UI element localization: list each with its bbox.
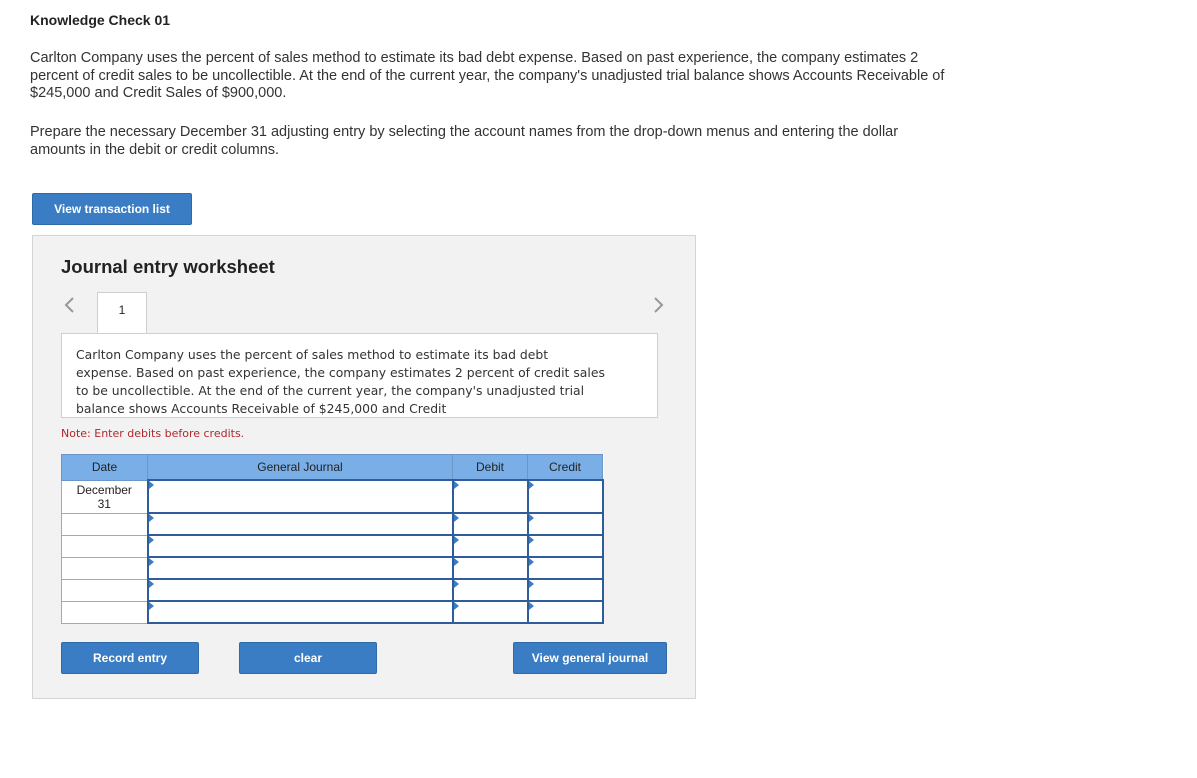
debit-input[interactable]	[451, 479, 529, 514]
page-title: Knowledge Check 01	[30, 12, 171, 28]
table-row	[61, 578, 604, 602]
account-dropdown[interactable]	[146, 556, 454, 580]
instructions-text: Prepare the necessary December 31 adjust…	[30, 124, 899, 158]
table-row: December 31	[61, 479, 604, 514]
account-dropdown[interactable]	[146, 578, 454, 602]
date-cell	[61, 578, 148, 602]
debit-input[interactable]	[451, 578, 529, 602]
date-cell	[61, 512, 148, 536]
credit-input[interactable]	[526, 556, 604, 580]
account-dropdown[interactable]	[146, 534, 454, 558]
credit-input[interactable]	[526, 512, 604, 536]
tab-entry-1[interactable]: 1	[97, 292, 147, 334]
account-dropdown[interactable]	[146, 479, 454, 514]
general-journal-column-header: General Journal	[147, 454, 453, 481]
date-cell	[61, 600, 148, 624]
date-cell	[61, 556, 148, 580]
debit-input[interactable]	[451, 556, 529, 580]
transaction-description: Carlton Company uses the percent of sale…	[76, 347, 605, 416]
view-general-journal-button[interactable]: View general journal	[513, 642, 667, 674]
problem-text: Carlton Company uses the percent of sale…	[30, 50, 945, 101]
table-row	[61, 556, 604, 580]
table-row	[61, 512, 604, 536]
table-row	[61, 600, 604, 624]
date-cell: December 31	[61, 479, 148, 514]
date-value: December 31	[76, 482, 132, 511]
account-dropdown[interactable]	[146, 600, 454, 624]
clear-button[interactable]: clear	[239, 642, 377, 674]
debit-input[interactable]	[451, 600, 529, 624]
credit-input[interactable]	[526, 479, 604, 514]
credit-input[interactable]	[526, 534, 604, 558]
debit-input[interactable]	[451, 534, 529, 558]
record-entry-button[interactable]: Record entry	[61, 642, 199, 674]
worksheet-title: Journal entry worksheet	[61, 256, 275, 277]
credit-input[interactable]	[526, 600, 604, 624]
date-column-header: Date	[61, 454, 148, 481]
chevron-left-icon	[64, 297, 74, 313]
view-transaction-list-button[interactable]: View transaction list	[32, 193, 192, 225]
chevron-right-icon	[654, 297, 664, 313]
journal-entry-worksheet: Journal entry worksheet 1 Carlton Compan…	[32, 235, 696, 699]
debit-column-header: Debit	[452, 454, 528, 481]
previous-entry-button[interactable]	[61, 293, 79, 317]
journal-table: Date General Journal Debit Credit Decemb…	[61, 454, 604, 624]
account-dropdown[interactable]	[146, 512, 454, 536]
table-row	[61, 534, 604, 558]
next-entry-button[interactable]	[649, 293, 667, 317]
transaction-description-box: Carlton Company uses the percent of sale…	[61, 333, 658, 418]
debit-input[interactable]	[451, 512, 529, 536]
credit-input[interactable]	[526, 578, 604, 602]
date-cell	[61, 534, 148, 558]
credit-column-header: Credit	[527, 454, 603, 481]
debits-note: Note: Enter debits before credits.	[61, 427, 245, 440]
